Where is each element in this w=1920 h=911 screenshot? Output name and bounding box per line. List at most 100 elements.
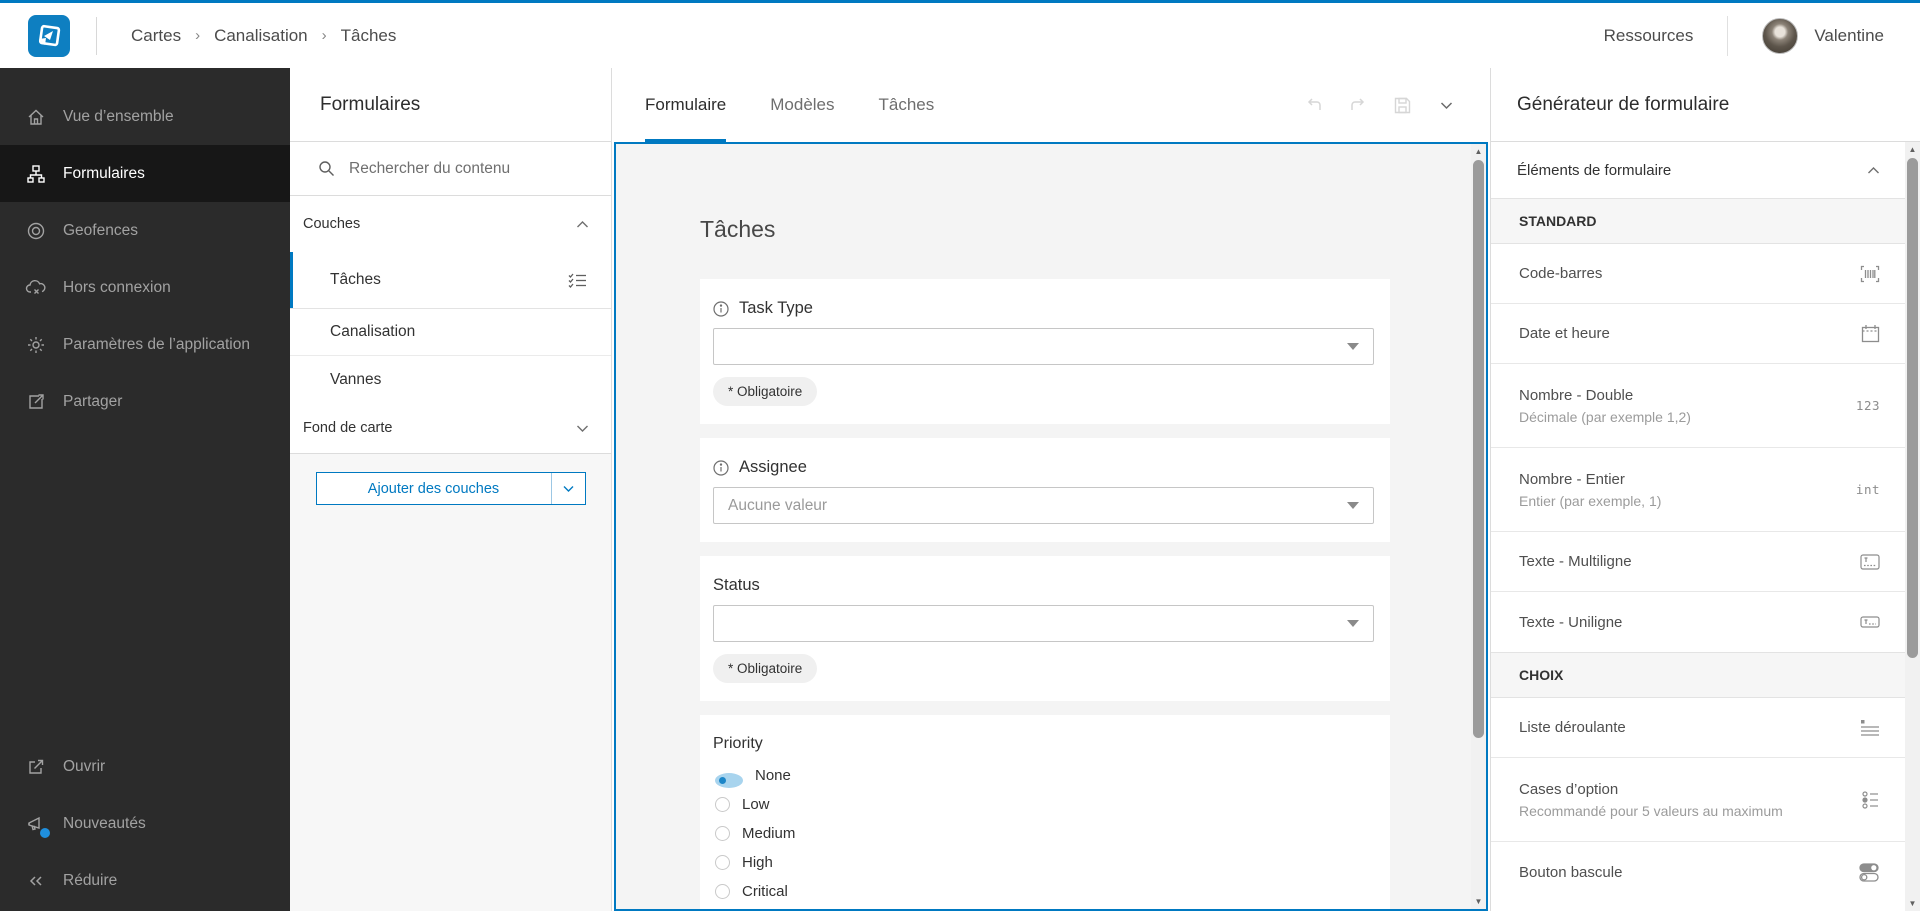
radio-icon[interactable] — [715, 855, 730, 870]
required-badge: * Obligatoire — [713, 377, 818, 406]
app-logo-icon[interactable] — [28, 14, 70, 57]
sidebar-item-geofences[interactable]: Geofences — [0, 202, 290, 259]
cloud-offline-icon — [25, 277, 47, 299]
radio-option-critical[interactable]: Critical — [715, 877, 1374, 906]
header-divider — [96, 16, 97, 55]
layer-label: Canalisation — [330, 323, 416, 340]
layers-group-header[interactable]: Couches — [290, 196, 611, 252]
assignee-select[interactable]: Aucune valeur — [713, 487, 1374, 524]
element-label: Code-barres — [1519, 265, 1603, 282]
field-label: Assignee — [739, 458, 807, 476]
search-row — [290, 142, 611, 196]
element-number-integer[interactable]: Nombre - Entier Entier (par exemple, 1) … — [1491, 448, 1920, 532]
sidebar-item-app-settings[interactable]: Paramètres de l’application — [0, 316, 290, 373]
breadcrumb-taches[interactable]: Tâches — [341, 26, 397, 46]
radio-label: Medium — [742, 825, 796, 842]
field-card-task-type[interactable]: Task Type * Obligatoire — [700, 279, 1390, 424]
breadcrumb: Cartes › Canalisation › Tâches — [131, 26, 396, 46]
sidebar-item-collapse[interactable]: Réduire — [0, 852, 290, 909]
radio-option-none[interactable]: None — [715, 761, 1374, 790]
field-card-priority[interactable]: Priority None Low Medium High Critical — [700, 715, 1390, 909]
external-link-icon — [25, 756, 47, 778]
radio-icon[interactable] — [715, 797, 730, 812]
canvas-scrollbar-thumb[interactable] — [1473, 160, 1484, 738]
layer-item-canalisation[interactable]: Canalisation — [290, 309, 611, 356]
chevron-up-icon — [576, 220, 589, 229]
chevron-down-icon[interactable] — [1436, 95, 1456, 115]
header-divider — [1727, 15, 1729, 56]
resources-link[interactable]: Ressources — [1604, 26, 1694, 46]
radio-option-high[interactable]: High — [715, 848, 1374, 877]
field-label: Task Type — [739, 299, 813, 317]
gear-icon — [25, 334, 47, 356]
scroll-up-icon[interactable]: ▲ — [1471, 147, 1486, 156]
sidebar-item-offline[interactable]: Hors connexion — [0, 259, 290, 316]
element-datetime[interactable]: Date et heure — [1491, 304, 1920, 364]
radio-label: None — [755, 767, 791, 784]
save-icon[interactable] — [1392, 95, 1412, 115]
element-number-double[interactable]: Nombre - Double Décimale (par exemple 1,… — [1491, 364, 1920, 448]
builder-scrollbar[interactable]: ▲ ▼ — [1905, 142, 1920, 911]
sidebar-item-share[interactable]: Partager — [0, 373, 290, 430]
tab-taches[interactable]: Tâches — [879, 68, 935, 142]
scroll-down-icon[interactable]: ▼ — [1471, 897, 1486, 906]
field-card-assignee[interactable]: Assignee Aucune valeur — [700, 438, 1390, 542]
layers-group-label: Couches — [303, 216, 361, 232]
canvas-scrollbar[interactable]: ▲ ▼ — [1471, 144, 1486, 909]
layer-item-taches[interactable]: Tâches — [290, 252, 611, 309]
element-label: Nombre - Double — [1519, 386, 1634, 404]
scroll-up-icon[interactable]: ▲ — [1905, 145, 1920, 154]
element-text-multiline[interactable]: Texte - Multiligne — [1491, 532, 1920, 592]
element-subtitle: Recommandé pour 5 valeurs au maximum — [1519, 802, 1783, 819]
builder-scrollbar-thumb[interactable] — [1907, 158, 1918, 658]
forms-icon — [25, 163, 47, 185]
element-radio-buttons[interactable]: Cases d’option Recommandé pour 5 valeurs… — [1491, 758, 1920, 842]
add-layers-button[interactable]: Ajouter des couches — [315, 472, 586, 505]
field-card-status[interactable]: Status * Obligatoire — [700, 556, 1390, 701]
radio-icon[interactable] — [715, 826, 730, 841]
tab-formulaire[interactable]: Formulaire — [645, 68, 727, 142]
redo-icon[interactable] — [1348, 95, 1368, 115]
brand-top-stripe — [0, 0, 1920, 3]
undo-icon[interactable] — [1304, 95, 1324, 115]
element-text-uniline[interactable]: Texte - Uniligne — [1491, 592, 1920, 652]
element-subtitle: Entier (par exemple, 1) — [1519, 492, 1662, 509]
form-elements-toggle[interactable]: Éléments de formulaire — [1491, 142, 1920, 198]
sidebar-item-open[interactable]: Ouvrir — [0, 738, 290, 795]
text-multiline-icon — [1860, 553, 1880, 570]
user-name[interactable]: Valentine — [1814, 26, 1884, 46]
info-icon[interactable] — [713, 459, 729, 476]
sidebar-item-label: Geofences — [63, 221, 138, 239]
add-layers-dropdown-button[interactable] — [550, 473, 585, 504]
breadcrumb-cartes[interactable]: Cartes — [131, 26, 181, 46]
add-layers-button-label[interactable]: Ajouter des couches — [317, 473, 551, 504]
element-label: Liste déroulante — [1519, 719, 1626, 736]
task-type-select[interactable] — [713, 328, 1374, 365]
layer-item-vannes[interactable]: Vannes — [290, 356, 611, 403]
sidebar-item-forms[interactable]: Formulaires — [0, 145, 290, 202]
search-input[interactable] — [349, 159, 579, 178]
sidebar-item-whats-new[interactable]: Nouveautés — [0, 795, 290, 852]
element-dropdown[interactable]: Liste déroulante — [1491, 698, 1920, 758]
user-avatar[interactable] — [1762, 17, 1799, 54]
radio-option-medium[interactable]: Medium — [715, 819, 1374, 848]
sidebar-item-overview[interactable]: Vue d’ensemble — [0, 88, 290, 145]
tab-modeles[interactable]: Modèles — [770, 68, 834, 142]
task-list-icon[interactable] — [568, 272, 587, 289]
radio-icon[interactable] — [715, 884, 730, 899]
info-icon[interactable] — [713, 300, 729, 317]
basemap-group-header[interactable]: Fond de carte — [290, 403, 611, 453]
basemap-group-label: Fond de carte — [303, 420, 393, 436]
chevron-right-icon: › — [321, 27, 327, 44]
scroll-down-icon[interactable]: ▼ — [1905, 899, 1920, 908]
status-select[interactable] — [713, 605, 1374, 642]
form-preview-canvas[interactable]: Tâches Task Type * Obligatoire Assignee … — [614, 142, 1488, 911]
form-canvas-column: Formulaire Modèles Tâches Tâches Task Ty… — [612, 68, 1490, 911]
sidebar-item-label: Partager — [63, 392, 123, 410]
element-switch[interactable]: Bouton bascule — [1491, 842, 1920, 902]
radio-option-low[interactable]: Low — [715, 790, 1374, 819]
breadcrumb-canalisation[interactable]: Canalisation — [214, 26, 308, 46]
radio-selected-icon[interactable] — [715, 773, 743, 788]
home-icon — [25, 106, 47, 128]
element-barcode[interactable]: Code-barres — [1491, 244, 1920, 304]
